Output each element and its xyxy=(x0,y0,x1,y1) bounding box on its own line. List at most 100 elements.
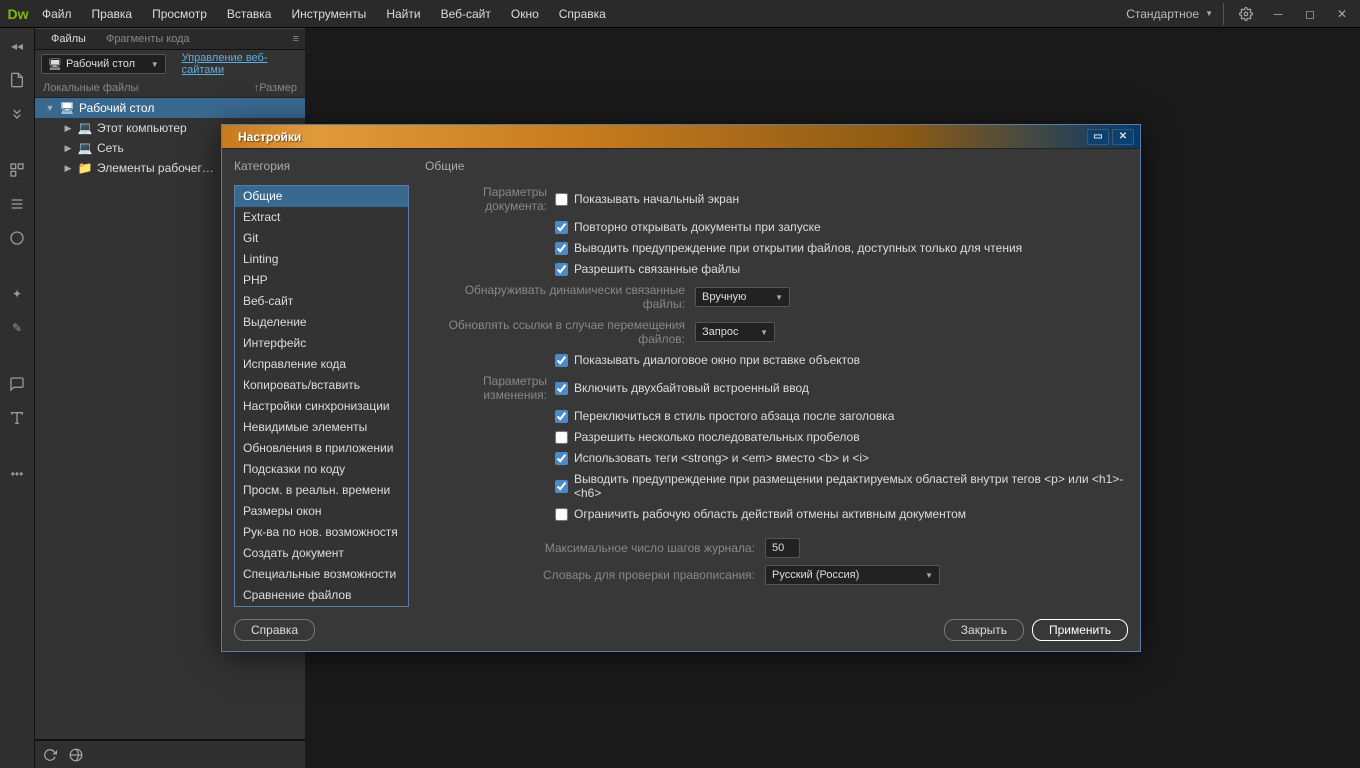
window-close-button[interactable]: ✕ xyxy=(1328,4,1356,24)
category-item[interactable]: Веб-сайт xyxy=(235,291,408,312)
category-item[interactable]: Специальные возможности xyxy=(235,564,408,585)
category-item[interactable]: PHP xyxy=(235,270,408,291)
label-spell-dict: Словарь для проверки правописания: xyxy=(425,568,755,582)
category-item[interactable]: Git xyxy=(235,228,408,249)
site-select[interactable]: 🖥 Рабочий стол ▼ xyxy=(41,54,166,74)
chevron-down-icon: ▼ xyxy=(760,328,768,337)
category-item[interactable]: Сравнение файлов xyxy=(235,585,408,606)
dialog-title: Настройки xyxy=(228,130,1084,144)
help-button[interactable]: Справка xyxy=(234,619,315,641)
category-item[interactable]: Невидимые элементы xyxy=(235,417,408,438)
tree-expander-icon[interactable]: ▶ xyxy=(63,143,73,154)
category-item[interactable]: Создать документ xyxy=(235,543,408,564)
category-item[interactable]: Обновления в приложении xyxy=(235,438,408,459)
cb-strong-em[interactable]: Использовать теги <strong> и <em> вместо… xyxy=(555,451,869,465)
chevron-down-icon: ▼ xyxy=(1205,9,1213,18)
cb-warn-ro[interactable]: Выводить предупреждение при открытии фай… xyxy=(555,241,1022,255)
category-item[interactable]: Общие xyxy=(235,186,408,207)
cb-warn-region[interactable]: Выводить предупреждение при размещении р… xyxy=(555,472,1128,500)
tree-label: Этот компьютер xyxy=(97,121,187,135)
dialog-minimize-button[interactable]: ▭ xyxy=(1087,129,1109,145)
network-icon: 💻 xyxy=(77,141,93,155)
category-item[interactable]: Интерфейс xyxy=(235,333,408,354)
desktop-icon: 🖥 xyxy=(48,58,62,71)
form-column: Общие Параметры документа: Показывать на… xyxy=(425,159,1128,607)
category-item[interactable]: Рук-ва по нов. возможностя xyxy=(235,522,408,543)
tree-expander-icon[interactable]: ▼ xyxy=(45,103,55,113)
chevron-down-icon: ▼ xyxy=(775,293,783,302)
chevron-down-icon: ▼ xyxy=(925,571,933,580)
chevron-down-icon: ▼ xyxy=(151,60,159,69)
dialog-body: Категория ОбщиеExtractGitLintingPHPВеб-с… xyxy=(222,149,1140,651)
label-doc-params: Параметры документа: xyxy=(425,185,555,213)
tree-row[interactable]: ▼🖥Рабочий стол xyxy=(35,98,305,118)
tab-files[interactable]: Файлы xyxy=(41,31,96,47)
input-max-history[interactable] xyxy=(765,538,800,558)
menu-item[interactable]: Правка xyxy=(82,3,143,25)
col-local-files[interactable]: Локальные файлы ↑ xyxy=(43,82,259,94)
menu-item[interactable]: Просмотр xyxy=(142,3,217,25)
tree-expander-icon[interactable]: ▶ xyxy=(63,123,73,134)
app-logo: Dw xyxy=(4,4,32,24)
refresh-icon[interactable] xyxy=(43,748,57,762)
window-maximize-button[interactable]: ◻ xyxy=(1296,4,1324,24)
open-doc-icon[interactable] xyxy=(7,104,27,124)
select-spell-dict[interactable]: Русский (Россия)▼ xyxy=(765,565,940,585)
menu-item[interactable]: Веб-сайт xyxy=(431,3,501,25)
tab-snippets[interactable]: Фрагменты кода xyxy=(96,31,200,47)
select-update-links[interactable]: Запрос▼ xyxy=(695,322,775,342)
category-list[interactable]: ОбщиеExtractGitLintingPHPВеб-сайтВыделен… xyxy=(234,185,409,607)
manage-sites-link[interactable]: Управление веб-сайтами xyxy=(182,52,299,76)
category-item[interactable]: Настройки синхронизации xyxy=(235,396,408,417)
git-icon[interactable] xyxy=(7,228,27,248)
preferences-dialog: Настройки ▭ ✕ Категория ОбщиеExtractGitL… xyxy=(221,124,1141,652)
workspace-switcher[interactable]: Стандартное ▼ xyxy=(1116,3,1224,25)
cb-multi-space[interactable]: Разрешить несколько последовательных про… xyxy=(555,430,860,444)
category-item[interactable]: Размеры окон xyxy=(235,501,408,522)
menu-item[interactable]: Инструменты xyxy=(281,3,376,25)
category-item[interactable]: Выделение xyxy=(235,312,408,333)
menu-item[interactable]: Справка xyxy=(549,3,616,25)
category-item[interactable]: Копировать/вставить xyxy=(235,375,408,396)
menu-item[interactable]: Найти xyxy=(376,3,430,25)
window-minimize-button[interactable]: ─ xyxy=(1264,4,1292,24)
menu-item[interactable]: Файл xyxy=(32,3,82,25)
category-item[interactable]: Extract xyxy=(235,207,408,228)
dialog-titlebar[interactable]: Настройки ▭ ✕ xyxy=(222,125,1140,149)
ftp-log-icon[interactable] xyxy=(69,748,83,762)
behaviors-icon[interactable] xyxy=(7,408,27,428)
extract-icon[interactable] xyxy=(7,194,27,214)
menu-item[interactable]: Вставка xyxy=(217,3,282,25)
left-toolbar: ◂◂ ✦ ✎ ••• xyxy=(0,28,35,768)
close-button[interactable]: Закрыть xyxy=(944,619,1024,641)
sync-settings-icon[interactable] xyxy=(1232,4,1260,24)
more-tools-icon[interactable]: ••• xyxy=(7,464,27,484)
manage-sites-icon[interactable] xyxy=(7,160,27,180)
panel-menu-icon[interactable]: ≡ xyxy=(293,33,299,45)
cb-insert-dlg[interactable]: Показывать диалоговое окно при вставке о… xyxy=(555,353,860,367)
label-max-history: Максимальное число шагов журнала: xyxy=(425,541,755,555)
cb-related[interactable]: Разрешить связанные файлы xyxy=(555,262,740,276)
cb-switch-para[interactable]: Переключиться в стиль простого абзаца по… xyxy=(555,409,894,423)
menu-item[interactable]: Окно xyxy=(501,3,549,25)
cb-dbl-byte[interactable]: Включить двухбайтовый встроенный ввод xyxy=(555,381,809,395)
dialog-close-button[interactable]: ✕ xyxy=(1112,129,1134,145)
quick-edit-icon[interactable]: ✎ xyxy=(7,318,27,338)
category-item[interactable]: Подсказки по коду xyxy=(235,459,408,480)
cb-welcome[interactable]: Показывать начальный экран xyxy=(555,192,739,206)
select-detect-dynamic[interactable]: Вручную▼ xyxy=(695,287,790,307)
files-header-row: Локальные файлы ↑ Размер xyxy=(35,78,305,98)
comment-icon[interactable] xyxy=(7,374,27,394)
new-doc-icon[interactable] xyxy=(7,70,27,90)
panel-statusbar xyxy=(35,740,305,768)
category-item[interactable]: Linting xyxy=(235,249,408,270)
col-size[interactable]: Размер xyxy=(259,82,297,94)
category-item[interactable]: Исправление кода xyxy=(235,354,408,375)
collapse-panel-icon[interactable]: ◂◂ xyxy=(7,36,27,56)
wand-icon[interactable]: ✦ xyxy=(7,284,27,304)
category-item[interactable]: Просм. в реальн. времени xyxy=(235,480,408,501)
cb-limit-undo[interactable]: Ограничить рабочую область действий отме… xyxy=(555,507,966,521)
apply-button[interactable]: Применить xyxy=(1032,619,1128,641)
tree-expander-icon[interactable]: ▶ xyxy=(63,163,73,174)
cb-reopen[interactable]: Повторно открывать документы при запуске xyxy=(555,220,821,234)
